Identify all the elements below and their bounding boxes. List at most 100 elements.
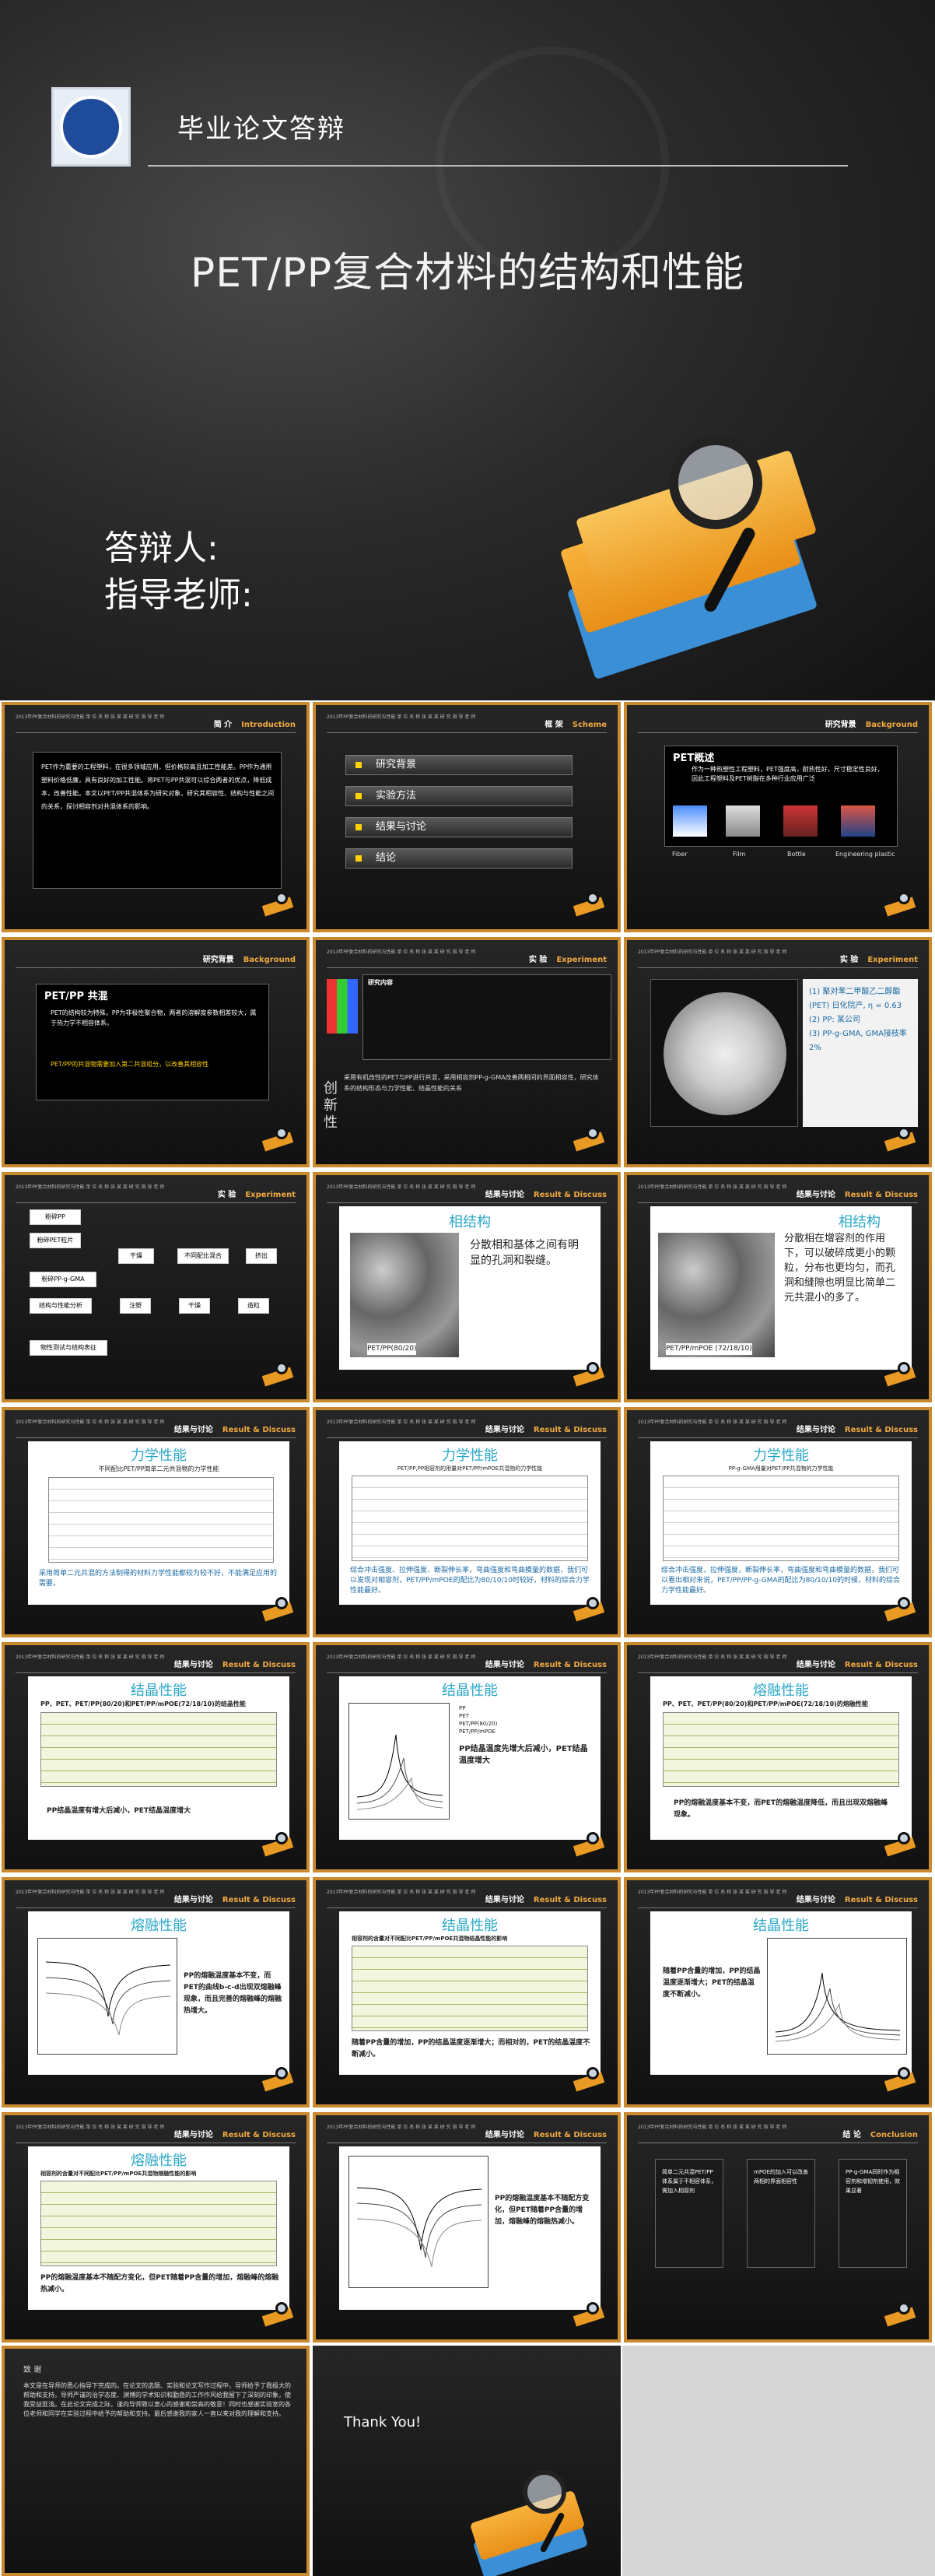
card-title: 相结构: [839, 1214, 881, 1230]
card-title: 力学性能: [753, 1448, 809, 1464]
slide-label-en: Result & Discuss: [844, 1896, 918, 1904]
slide-label: 结果与讨论 Result & Discuss: [485, 1893, 607, 1904]
card-text: PP的熔融温度基本不变，而PET的熔融温度降低，而且出现双熔融峰现象。: [674, 1799, 888, 1819]
slide-label-en: Result & Discuss: [533, 1191, 607, 1199]
conclusion-text: 简单二元共混PET/PP体系属于不相容体系，需加入相容剂: [662, 2169, 716, 2194]
scheme-item-method[interactable]: 实验方法: [345, 786, 573, 806]
slide-label-cn: 结果与讨论: [485, 1191, 524, 1199]
slide-header: 2013年PP复合材料的研究与性能 单 位 名 称 张 某 某 研 究 指 导 …: [327, 1418, 607, 1438]
book-magnifier-icon: [260, 1360, 299, 1392]
slide-label-en: Result & Discuss: [222, 1661, 296, 1669]
intro-panel: PET作为重要的工程塑料，在很多领域应用，但价格较高且加工性能差。PP作为通用塑…: [33, 752, 282, 889]
slide-label-en: Result & Discuss: [222, 2131, 296, 2139]
slide-header: 2013年PP复合材料的研究与性能 单 位 名 称 张 某 某 研 究 指 导 …: [327, 713, 607, 733]
book-magnifier-icon: [468, 2470, 608, 2576]
crystal-card: 结晶性能 相容剂的含量对不同配比PET/PP/mPOE共混物结晶性能的影响 随着…: [339, 1911, 601, 2075]
flow-step: 粉碎PP-g-GMA: [30, 1272, 96, 1287]
slide-label-cn: 结果与讨论: [173, 1661, 213, 1669]
legend: PP PET PET/PP(80/20) PET/PP/mPOE: [459, 1704, 497, 1735]
slide-label-en: Result & Discuss: [844, 1426, 918, 1434]
slide-experiment-flow: 2013年PP复合材料的研究与性能 单 位 名 称 张 某 某 研 究 指 导 …: [2, 1172, 310, 1402]
slide-header: 2013年PP复合材料的研究与性能 单 位 名 称 张 某 某 研 究 指 导 …: [16, 1183, 296, 1203]
book-magnifier-icon: [882, 1125, 921, 1156]
slide-label-cn: 框 架: [545, 721, 563, 729]
blend-highlight: PET/PP的共混物需要加入第二共混组分，以改善其相容性: [51, 1061, 209, 1068]
data-table: [48, 1477, 274, 1563]
card-title: 力学性能: [131, 1448, 187, 1464]
card-text: 随着PP含量的增加，PP的结晶温度逐渐增大；而相对的，PET的结晶温度不断减小。: [352, 2039, 590, 2058]
slide-label: 结果与讨论 Result & Discuss: [797, 1423, 918, 1434]
flow-step: 粉碎PET粒片: [30, 1233, 81, 1248]
slide-melting-1: 2013年PP复合材料的研究与性能 单 位 名 称 张 某 某 研 究 指 导 …: [624, 1642, 932, 1872]
slide-label-cn: 结 论: [842, 2131, 861, 2139]
table-caption: PP-g-GMA用量对PET/PP共混物的力学性能: [728, 1465, 834, 1472]
book-magnifier-icon: [571, 1360, 610, 1392]
slide-label: 结果与讨论 Result & Discuss: [485, 1423, 607, 1434]
slide-label-en: Experiment: [867, 956, 918, 964]
table-caption: 不同配比PET/PP简单二元共混物的力学性能: [98, 1465, 219, 1472]
research-content-title: 研究内容: [368, 979, 393, 986]
header-meta: 2013年PP复合材料的研究与性能 单 位 名 称 张 某 某 研 究 指 导 …: [638, 1890, 787, 1895]
book-magnifier-icon: [260, 890, 299, 921]
sample-photo: [650, 979, 798, 1127]
slide-label-cn: 实 验: [528, 956, 548, 964]
melting-card: 熔融性能 PP的熔融温度基本不变，而PET的曲线b-c-d出现双熔融峰现象，而且…: [28, 1911, 289, 2075]
legend-item: PET/PP(80/20): [459, 1721, 498, 1727]
slide-label: 结果与讨论 Result & Discuss: [797, 1188, 918, 1199]
slide-label-cn: 结果与讨论: [173, 1426, 213, 1434]
slide-label-en: Experiment: [556, 956, 607, 964]
flow-step: 注塑: [120, 1298, 151, 1314]
slide-crystal-2: 2013年PP复合材料的研究与性能 单 位 名 称 张 某 某 研 究 指 导 …: [313, 1642, 621, 1872]
advisor-label: 指导老师:: [104, 575, 253, 615]
slide-crystal-3: 2013年PP复合材料的研究与性能 单 位 名 称 张 某 某 研 究 指 导 …: [313, 1877, 621, 2107]
slide-label: 研究背景 Background: [203, 953, 296, 964]
table-caption: 相容剂的含量对不同配比PET/PP/mPOE共混物结晶性能的影响: [352, 1936, 508, 1942]
table-caption: PET/PP,PP相容剂的用量对PET/PP/mPOE共混物的力学性能: [397, 1465, 543, 1472]
slide-label-en: Background: [243, 956, 296, 964]
melting-card: 熔融性能 PP、PET、PET/PP(80/20)和PET/PP/mPOE(72…: [650, 1676, 912, 1840]
card-title: 结晶性能: [131, 1683, 187, 1699]
slide-label: 实 验 Experiment: [218, 1188, 296, 1199]
card-title: 结晶性能: [753, 1918, 809, 1934]
slide-label-cn: 实 验: [217, 1191, 236, 1199]
header-meta: 2013年PP复合材料的研究与性能 单 位 名 称 张 某 某 研 究 指 导 …: [638, 949, 787, 955]
slide-label-cn: 研究背景: [825, 721, 856, 729]
innovation-label: 创新性: [324, 1080, 338, 1131]
book-magnifier-icon: [260, 1830, 299, 1862]
bottle-image: [783, 805, 818, 837]
phase-card: 相结构 PET/PP/mPOE (72/18/10) 分散相在增容剂的作用下，可…: [650, 1206, 912, 1370]
card-title: 力学性能: [442, 1448, 498, 1464]
header-meta: 2013年PP复合材料的研究与性能 单 位 名 称 张 某 某 研 究 指 导 …: [327, 2125, 476, 2130]
header-meta: 2013年PP复合材料的研究与性能 单 位 名 称 张 某 某 研 究 指 导 …: [638, 1655, 787, 1660]
scheme-item-background[interactable]: 研究背景: [345, 755, 573, 775]
book-magnifier-icon: [882, 1360, 921, 1392]
intro-text: PET作为重要的工程塑料，在很多领域应用，但价格较高且加工性能差。PP作为通用塑…: [41, 763, 275, 810]
conclusion-card-3: PP-g-GMA同时作为相容剂和增韧剂使用，效果显著: [839, 2159, 907, 2268]
mechanical-card: 力学性能 PP-g-GMA用量对PET/PP共混物的力学性能 综合冲击强度，拉伸…: [650, 1441, 912, 1605]
scheme-item-conclusion[interactable]: 结论: [345, 848, 573, 869]
card-text: 随着PP含量的增加，PP的结晶温度逐渐增大；PET的结晶温度不断减小。: [663, 1967, 761, 1999]
slide-label: 结 论 Conclusion: [842, 2128, 918, 2139]
table-caption: 相容剂的含量对不同配比PET/PP/mPOE共混物熔融性能的影响: [40, 2171, 197, 2177]
plastic-image: [841, 805, 875, 837]
scheme-item-results[interactable]: 结果与讨论: [345, 817, 573, 837]
slide-header: 研究背景 Background: [16, 948, 296, 968]
slide-header: 2013年PP复合材料的研究与性能 单 位 名 称 张 某 某 研 究 指 导 …: [16, 1888, 296, 1908]
card-title: 结晶性能: [442, 1683, 498, 1699]
slide-label-cn: 结果与讨论: [485, 1426, 524, 1434]
sem-caption: PET/PP(80/20): [367, 1343, 417, 1355]
materials-card: (1) 聚对苯二甲酸乙二醇酯(PET) 日化院产, η = 0.63 (2) P…: [803, 979, 918, 1127]
crystal-card: 结晶性能 PP、PET、PET/PP(80/20)和PET/PP/mPOE(72…: [28, 1676, 289, 1840]
header-meta: 2013年PP复合材料的研究与性能 单 位 名 称 张 某 某 研 究 指 导 …: [327, 1420, 476, 1425]
slide-label: 结果与讨论 Result & Discuss: [174, 1658, 296, 1669]
header-meta: 2013年PP复合材料的研究与性能 单 位 名 称 张 某 某 研 究 指 导 …: [638, 1420, 787, 1425]
slide-label-en: Background: [865, 721, 918, 729]
slide-label: 结果与讨论 Result & Discuss: [797, 1893, 918, 1904]
film-image: [726, 805, 760, 837]
slide-label: 结果与讨论 Result & Discuss: [797, 1658, 918, 1669]
slide-label-en: Conclusion: [870, 2131, 918, 2139]
university-logo-icon: [51, 87, 131, 167]
slide-label: 实 验 Experiment: [529, 953, 607, 964]
data-table: [352, 1946, 588, 2031]
card-title: 熔融性能: [131, 1918, 187, 1934]
